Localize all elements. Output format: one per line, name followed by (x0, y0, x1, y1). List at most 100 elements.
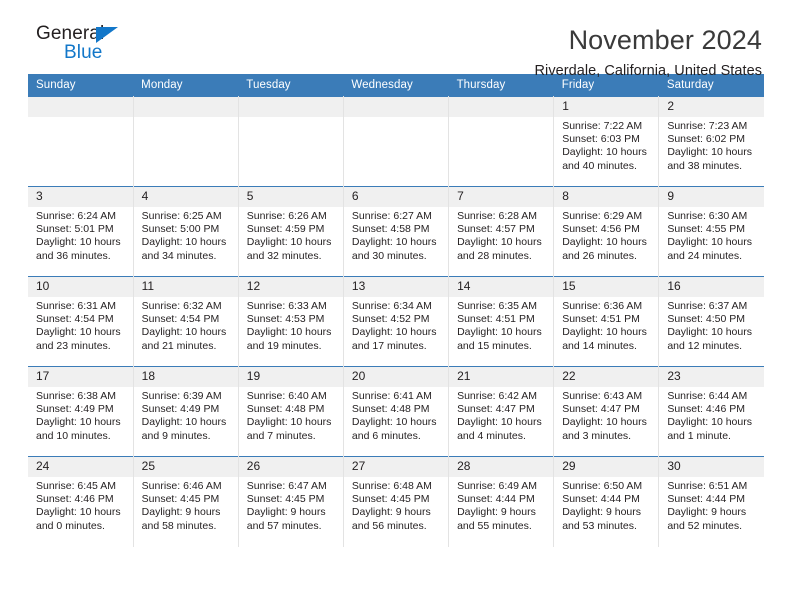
sunrise-text: Sunrise: 6:43 AM (562, 390, 643, 402)
calendar-day-cell[interactable]: 3 Sunrise: 6:24 AM Sunset: 5:01 PM Daylight… (28, 186, 134, 277)
calendar-day-cell[interactable]: 20 Sunrise: 6:41 AM Sunset: 4:48 PM Dayligh… (343, 366, 450, 457)
daylight-text-line1: Daylight: 10 hours (562, 146, 647, 159)
sunset-text: Sunset: 4:51 PM (562, 313, 640, 326)
day-cell-inner: 19 Sunrise: 6:40 AM Sunset: 4:48 PM Dayligh… (238, 367, 343, 456)
calendar-day-cell[interactable]: 22 Sunrise: 6:43 AM Sunset: 4:47 PM Dayligh… (553, 366, 660, 457)
day-detail-lines: Sunrise: 6:34 AM Sunset: 4:52 PM Daylight:… (344, 297, 448, 353)
calendar-day-cell[interactable]: 17 Sunrise: 6:38 AM Sunset: 4:49 PM Dayligh… (28, 366, 134, 457)
sunrise-text: Sunrise: 6:36 AM (562, 300, 643, 312)
weekday-header-sunday: Sunday (28, 74, 134, 97)
day-cell-inner: 6 Sunrise: 6:27 AM Sunset: 4:58 PM Daylight… (343, 187, 449, 276)
daylight-text-line1: Daylight: 9 hours (562, 506, 641, 519)
sunrise-text: Sunrise: 6:42 AM (457, 390, 538, 402)
daylight-text-line1: Daylight: 10 hours (562, 326, 647, 339)
calendar-day-cell[interactable]: 7 Sunrise: 6:28 AM Sunset: 4:57 PM Daylight… (448, 186, 555, 277)
calendar-day-cell[interactable]: 2 Sunrise: 7:23 AM Sunset: 6:02 PM Daylight… (658, 96, 764, 187)
day-detail-lines: Sunrise: 6:49 AM Sunset: 4:44 PM Daylight:… (449, 477, 553, 533)
day-cell-inner: 1 Sunrise: 7:22 AM Sunset: 6:03 PM Daylight… (554, 97, 659, 186)
sunset-text: Sunset: 4:47 PM (457, 403, 535, 416)
daylight-text-line1: Daylight: 10 hours (36, 416, 121, 429)
daylight-text-line2: and 6 minutes. (351, 429, 421, 442)
calendar-day-cell[interactable]: 21 Sunrise: 6:42 AM Sunset: 4:47 PM Dayligh… (448, 366, 555, 457)
day-detail-lines: Sunrise: 6:51 AM Sunset: 4:44 PM Daylight:… (659, 477, 764, 533)
daylight-text-line1: Daylight: 10 hours (246, 236, 332, 249)
calendar-day-cell[interactable]: 5 Sunrise: 6:26 AM Sunset: 4:59 PM Daylight… (238, 186, 344, 277)
day-number: 17 (28, 367, 133, 387)
logo-text-general: General (36, 23, 105, 44)
calendar-day-cell[interactable]: 18 Sunrise: 6:39 AM Sunset: 4:49 PM Dayligh… (133, 366, 239, 457)
sunset-text: Sunset: 4:54 PM (141, 313, 220, 326)
calendar-day-cell[interactable]: 11 Sunrise: 6:32 AM Sunset: 4:54 PM Dayligh… (133, 276, 239, 367)
calendar-day-cell[interactable]: 13 Sunrise: 6:34 AM Sunset: 4:52 PM Dayligh… (343, 276, 450, 367)
page-subtitle: Riverdale, California, United States (534, 63, 762, 79)
daylight-text-line1: Daylight: 10 hours (246, 416, 332, 429)
calendar-day-cell[interactable]: 10 Sunrise: 6:31 AM Sunset: 4:54 PM Dayligh… (28, 276, 134, 367)
calendar-day-cell[interactable]: 30 Sunrise: 6:51 AM Sunset: 4:44 PM Dayligh… (658, 456, 764, 547)
sunrise-text: Sunrise: 6:49 AM (457, 480, 538, 492)
day-detail-lines: Sunrise: 6:45 AM Sunset: 4:46 PM Daylight:… (28, 477, 133, 533)
daylight-text-line1: Daylight: 10 hours (457, 416, 542, 429)
daylight-text-line1: Daylight: 9 hours (667, 506, 747, 519)
day-detail-lines: Sunrise: 6:24 AM Sunset: 5:01 PM Daylight:… (28, 207, 133, 263)
sunset-text: Sunset: 4:45 PM (246, 493, 325, 506)
calendar-day-cell[interactable]: 19 Sunrise: 6:40 AM Sunset: 4:48 PM Dayligh… (238, 366, 344, 457)
calendar-week-row: 1 Sunrise: 7:22 AM Sunset: 6:03 PM Daylight… (28, 96, 764, 187)
calendar-week-row: 10 Sunrise: 6:31 AM Sunset: 4:54 PM Dayligh… (28, 276, 764, 367)
day-detail-lines: Sunrise: 6:27 AM Sunset: 4:58 PM Daylight:… (344, 207, 448, 263)
calendar-day-cell[interactable]: 15 Sunrise: 6:36 AM Sunset: 4:51 PM Dayligh… (553, 276, 660, 367)
day-cell-inner: 14 Sunrise: 6:35 AM Sunset: 4:51 PM Dayligh… (449, 277, 554, 366)
day-number: 14 (449, 277, 554, 297)
calendar-day-cell[interactable]: 16 Sunrise: 6:37 AM Sunset: 4:50 PM Dayligh… (658, 276, 764, 367)
sunrise-text: Sunrise: 6:41 AM (351, 390, 432, 402)
daylight-text-line1: Daylight: 10 hours (457, 236, 542, 249)
daylight-text-line1: Daylight: 10 hours (246, 326, 332, 339)
day-detail-lines: Sunrise: 6:41 AM Sunset: 4:48 PM Daylight:… (344, 387, 448, 443)
day-cell-inner: 2 Sunrise: 7:23 AM Sunset: 6:02 PM Daylight… (659, 97, 764, 186)
daylight-text-line2: and 34 minutes. (141, 249, 217, 262)
day-detail-lines: Sunrise: 6:39 AM Sunset: 4:49 PM Daylight:… (134, 387, 238, 443)
day-number: 28 (449, 457, 554, 477)
day-number: 30 (659, 457, 764, 477)
calendar-day-cell[interactable]: 23 Sunrise: 6:44 AM Sunset: 4:46 PM Dayligh… (658, 366, 764, 457)
day-cell-inner: 12 Sunrise: 6:33 AM Sunset: 4:53 PM Dayligh… (238, 277, 343, 366)
calendar-body: 1 Sunrise: 7:22 AM Sunset: 6:03 PM Daylight… (28, 96, 764, 547)
day-cell-inner: 21 Sunrise: 6:42 AM Sunset: 4:47 PM Dayligh… (449, 367, 554, 456)
sunrise-text: Sunrise: 6:37 AM (667, 300, 748, 312)
calendar-day-cell[interactable]: 26 Sunrise: 6:47 AM Sunset: 4:45 PM Dayligh… (238, 456, 344, 547)
daylight-text-line1: Daylight: 9 hours (246, 506, 326, 519)
day-number: 19 (238, 367, 343, 387)
sunset-text: Sunset: 4:48 PM (351, 403, 430, 416)
calendar-day-cell[interactable]: 29 Sunrise: 6:50 AM Sunset: 4:44 PM Dayligh… (553, 456, 660, 547)
day-detail-lines: Sunrise: 6:26 AM Sunset: 4:59 PM Daylight:… (239, 207, 343, 263)
calendar-day-cell[interactable]: 4 Sunrise: 6:25 AM Sunset: 5:00 PM Daylight… (133, 186, 239, 277)
calendar-day-cell[interactable]: 1 Sunrise: 7:22 AM Sunset: 6:03 PM Daylight… (553, 96, 660, 187)
daylight-text-line2: and 26 minutes. (562, 249, 637, 262)
daylight-text-line2: and 36 minutes. (36, 249, 111, 262)
day-number (28, 97, 133, 117)
calendar-day-cell[interactable]: 25 Sunrise: 6:46 AM Sunset: 4:45 PM Dayligh… (133, 456, 239, 547)
calendar-week-row: 24 Sunrise: 6:45 AM Sunset: 4:46 PM Dayligh… (28, 456, 764, 547)
calendar-day-cell[interactable]: 28 Sunrise: 6:49 AM Sunset: 4:44 PM Dayligh… (448, 456, 555, 547)
sunset-text: Sunset: 4:49 PM (36, 403, 114, 416)
daylight-text-line1: Daylight: 10 hours (141, 236, 227, 249)
day-cell-inner (343, 97, 449, 186)
calendar-day-cell[interactable]: 14 Sunrise: 6:35 AM Sunset: 4:51 PM Dayligh… (448, 276, 555, 367)
triangle-icon (96, 27, 118, 43)
sunrise-text: Sunrise: 6:38 AM (36, 390, 116, 402)
calendar-day-cell[interactable]: 6 Sunrise: 6:27 AM Sunset: 4:58 PM Daylight… (343, 186, 450, 277)
day-detail-lines: Sunrise: 6:42 AM Sunset: 4:47 PM Daylight:… (449, 387, 553, 443)
sunset-text: Sunset: 4:47 PM (562, 403, 640, 416)
daylight-text-line2: and 12 minutes. (667, 339, 743, 352)
calendar-day-cell[interactable]: 8 Sunrise: 6:29 AM Sunset: 4:56 PM Daylight… (553, 186, 660, 277)
day-number: 11 (133, 277, 238, 297)
sunset-text: Sunset: 4:44 PM (667, 493, 745, 506)
calendar-day-cell[interactable]: 12 Sunrise: 6:33 AM Sunset: 4:53 PM Dayligh… (238, 276, 344, 367)
day-cell-inner: 5 Sunrise: 6:26 AM Sunset: 4:59 PM Daylight… (238, 187, 343, 276)
sunset-text: Sunset: 4:45 PM (141, 493, 220, 506)
general-blue-logo[interactable]: General Blue (28, 24, 148, 70)
calendar-day-cell[interactable]: 27 Sunrise: 6:48 AM Sunset: 4:45 PM Dayligh… (343, 456, 450, 547)
day-cell-inner: 23 Sunrise: 6:44 AM Sunset: 4:46 PM Dayligh… (659, 367, 764, 456)
sunrise-text: Sunrise: 6:44 AM (667, 390, 748, 402)
calendar-day-cell[interactable]: 9 Sunrise: 6:30 AM Sunset: 4:55 PM Daylight… (658, 186, 764, 277)
calendar-day-cell[interactable]: 24 Sunrise: 6:45 AM Sunset: 4:46 PM Dayligh… (28, 456, 134, 547)
